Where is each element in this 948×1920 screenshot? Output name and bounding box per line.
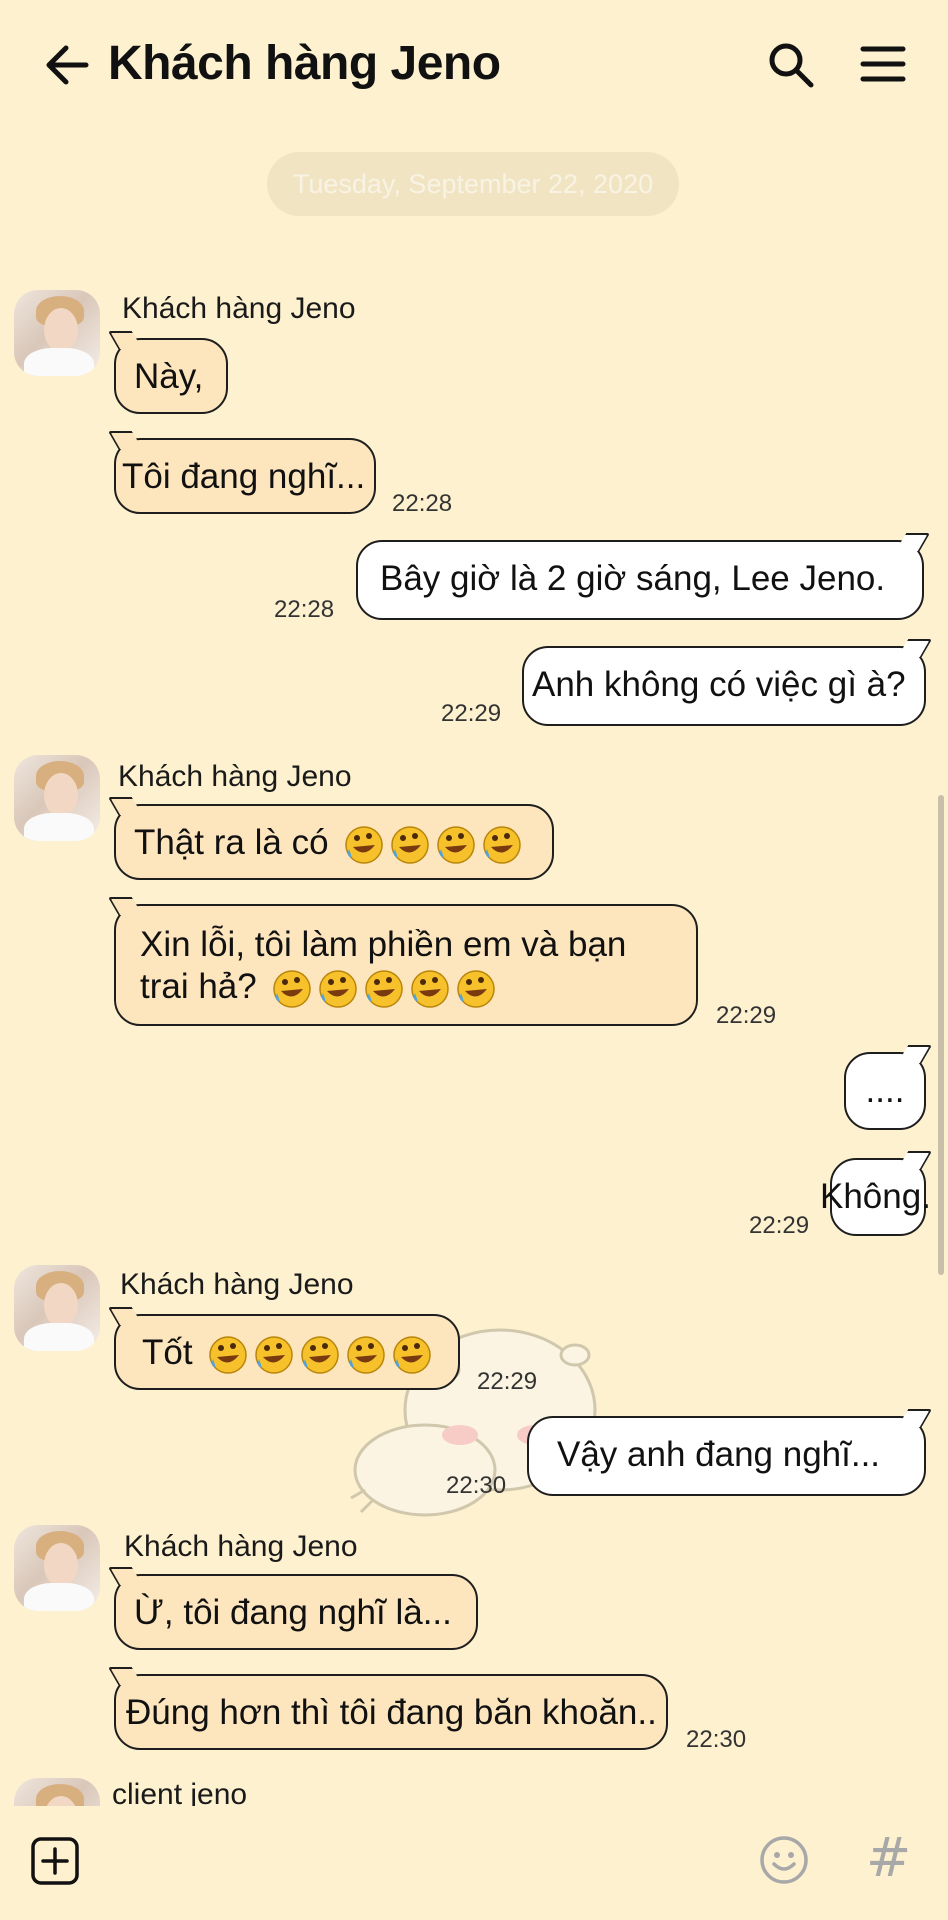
message-text: Vậy anh đang nghĩ... [557,1435,881,1474]
message-time: 22:29 [441,700,502,727]
message-bubble[interactable]: Này, [114,338,228,414]
rofl-emoji-icon [365,970,404,1008]
rofl-emoji-icon [347,1336,386,1374]
rofl-emoji-icon [391,826,430,864]
message-text: .... [865,1071,905,1110]
message-bubble[interactable]: Anh không có việc gì à? [522,646,926,726]
message-bubble[interactable]: Bây giờ là 2 giờ sáng, Lee Jeno. [356,540,924,620]
emoji-row [338,823,522,864]
rofl-emoji-icon [273,970,312,1008]
message-bubble[interactable]: Thật ra là có [114,804,554,880]
avatar[interactable] [14,1265,100,1351]
search-icon[interactable] [766,40,816,90]
avatar[interactable] [14,755,100,841]
rofl-emoji-icon [209,1336,248,1374]
sender-name: Khách hàng Jeno [122,292,356,325]
chat-title: Khách hàng Jeno [108,37,501,90]
rofl-emoji-icon [301,1336,340,1374]
emoji-row [202,1333,432,1374]
add-attachment-icon[interactable] [30,1836,80,1886]
message-time: 22:28 [392,490,453,517]
rofl-emoji-icon [255,1336,294,1374]
avatar[interactable] [14,1525,100,1611]
rofl-emoji-icon [393,1336,432,1374]
message-time: 22:30 [686,1726,747,1753]
message-bubble[interactable]: .... [844,1052,926,1130]
menu-icon[interactable] [860,44,906,84]
message-text: Tôi đang nghĩ... [122,457,366,496]
sender-name: client jeno [112,1778,248,1806]
message-time: 22:28 [274,596,335,623]
message-text: Tốt [142,1333,193,1372]
message-bubble[interactable]: Tốt [114,1314,460,1390]
avatar[interactable] [14,290,100,376]
message-text: Không. [820,1177,931,1216]
message-time: 22:29 [477,1368,538,1395]
message-bubble[interactable]: Xin lỗi, tôi làm phiền em và bạn trai hả… [114,904,698,1026]
back-arrow-icon[interactable] [42,40,92,90]
sender-name: Khách hàng Jeno [118,760,352,793]
rofl-emoji-icon [319,970,358,1008]
message-text: Anh không có việc gì à? [532,665,906,704]
message-bubble[interactable]: Vậy anh đang nghĩ... [527,1416,926,1496]
rofl-emoji-icon [457,970,496,1008]
date-separator: Tuesday, September 22, 2020 [267,152,679,216]
message-time: 22:30 [446,1472,507,1499]
rofl-emoji-icon [345,826,384,864]
emoji-icon[interactable] [758,1834,810,1886]
rofl-emoji-icon [483,826,522,864]
message-time: 22:29 [716,1002,777,1029]
scrollbar[interactable] [938,795,944,1275]
rofl-emoji-icon [411,970,450,1008]
chat-header: Khách hàng Jeno [0,0,948,135]
message-bubble[interactable]: Không. [820,1158,931,1236]
avatar[interactable] [14,1778,100,1806]
sender-name: Khách hàng Jeno [124,1530,358,1563]
message-text: Thật ra là có [134,823,329,862]
rofl-emoji-icon [437,826,476,864]
hashtag-icon[interactable]: # [866,1826,911,1889]
message-bubble[interactable]: Ừ, tôi đang nghĩ là... [114,1574,478,1650]
message-text: Ừ, tôi đang nghĩ là... [134,1593,452,1632]
message-text: Bây giờ là 2 giờ sáng, Lee Jeno. [380,559,886,598]
emoji-row [266,967,496,1008]
message-time: 22:29 [749,1212,810,1239]
message-text: Này, [134,357,204,396]
message-bubble[interactable]: Tôi đang nghĩ... [114,438,376,514]
message-text: Đúng hơn thì tôi đang băn khoăn.. [126,1693,657,1732]
sender-name: Khách hàng Jeno [120,1268,354,1301]
message-bubble[interactable]: Đúng hơn thì tôi đang băn khoăn.. [114,1674,668,1750]
partial-message-row: client jeno [0,1770,948,1806]
